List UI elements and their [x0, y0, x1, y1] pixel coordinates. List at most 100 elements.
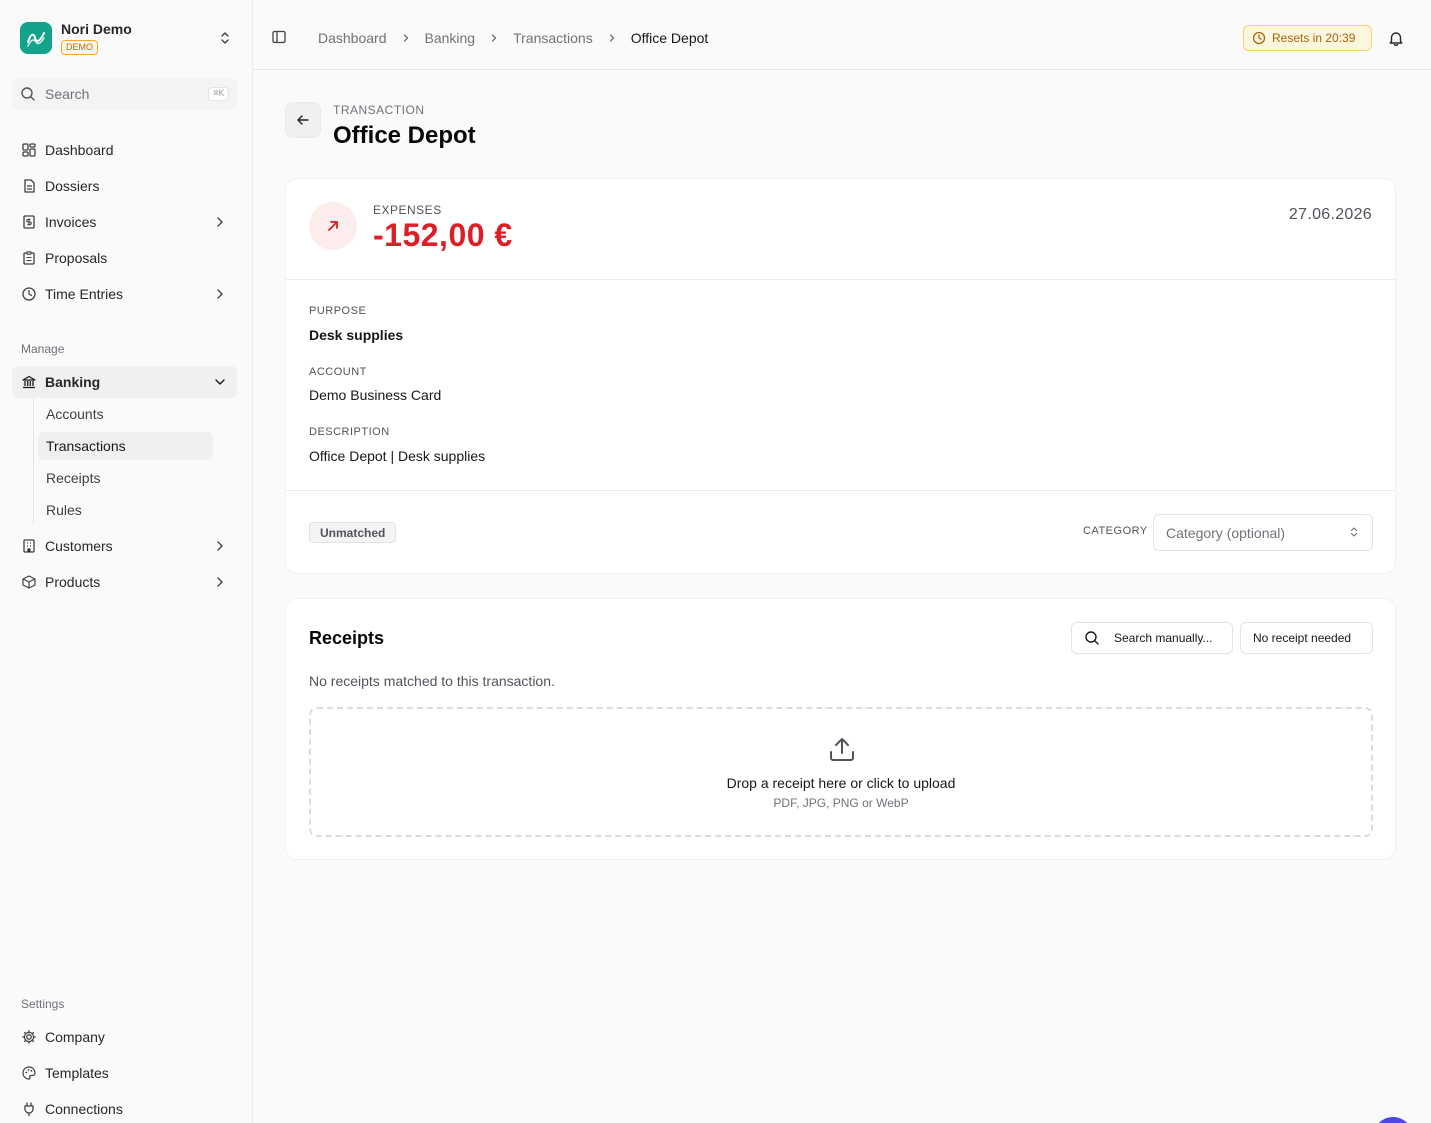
sidebar-item-banking[interactable]: Banking	[12, 366, 237, 398]
sidebar-item-connections[interactable]: Connections	[12, 1093, 237, 1123]
back-button[interactable]	[285, 102, 321, 138]
section-label-manage: Manage	[21, 342, 65, 356]
sidebar-item-label: Customers	[45, 538, 113, 554]
upload-icon	[826, 733, 858, 765]
sidebar-subitem-rules[interactable]: Rules	[38, 496, 213, 524]
search-shortcut: ⌘K	[208, 87, 229, 101]
workspace-switcher[interactable]: Nori Demo DEMO	[12, 14, 241, 62]
search-manually-label: Search manually...	[1114, 631, 1213, 645]
chevron-right-icon	[212, 286, 228, 302]
search-placeholder: Search	[45, 86, 90, 102]
sidebar-item-company[interactable]: Company	[12, 1021, 237, 1053]
chevron-right-icon	[212, 538, 228, 554]
purpose-label: PURPOSE	[309, 305, 367, 317]
transaction-amount: -152,00 €	[373, 217, 513, 253]
receipt-dropzone[interactable]: Drop a receipt here or click to upload P…	[309, 707, 1373, 837]
chevron-right-icon	[481, 32, 507, 44]
sidebar-item-time-entries[interactable]: Time Entries	[12, 278, 237, 310]
sidebar-item-label: Proposals	[45, 250, 108, 266]
status-badge: Unmatched	[309, 522, 397, 543]
divider	[286, 490, 1395, 491]
search-icon	[20, 86, 36, 102]
bell-icon[interactable]	[1387, 29, 1405, 47]
receipts-card: Receipts Search manually... No receipt n…	[285, 598, 1396, 860]
page-title: Office Depot	[333, 122, 476, 149]
sidebar-item-label: Dashboard	[45, 142, 114, 158]
submenu-rail	[33, 398, 34, 524]
chevron-down-icon	[212, 374, 228, 390]
sidebar-toggle-button[interactable]	[269, 27, 289, 47]
category-placeholder: Category (optional)	[1166, 524, 1286, 541]
arrow-up-right-icon	[309, 202, 357, 250]
transaction-card: EXPENSES -152,00 € 27.06.2026 PURPOSE De…	[285, 178, 1396, 574]
chevron-right-icon	[212, 574, 228, 590]
breadcrumb-current: Office Depot	[630, 30, 709, 46]
workspace-logo-icon	[20, 22, 52, 54]
grid-icon	[21, 142, 37, 158]
sidebar-item-label: Connections	[45, 1101, 123, 1117]
account-label: ACCOUNT	[309, 366, 367, 378]
demo-badge: DEMO	[61, 40, 98, 55]
sidebar-item-templates[interactable]: Templates	[12, 1057, 237, 1089]
page-eyebrow: TRANSACTION	[333, 103, 425, 117]
gear-icon	[21, 1029, 37, 1045]
transaction-type: EXPENSES	[373, 203, 442, 217]
package-icon	[21, 574, 37, 590]
purpose-value: Desk supplies	[309, 327, 404, 343]
building-icon	[21, 538, 37, 554]
sidebar-item-label: Company	[45, 1029, 105, 1045]
chevron-right-icon	[212, 214, 228, 230]
no-receipt-label: No receipt needed	[1253, 631, 1352, 645]
arrow-left-icon	[297, 115, 309, 125]
sidebar-item-products[interactable]: Products	[12, 566, 237, 598]
sidebar-item-dashboard[interactable]: Dashboard	[12, 134, 237, 166]
sidebar: Nori Demo DEMO Search ⌘K Dashboard Dossi…	[0, 0, 253, 1123]
search-input[interactable]: Search ⌘K	[12, 78, 237, 110]
sidebar-item-label: Dossiers	[45, 178, 100, 194]
category-label: CATEGORY	[1083, 525, 1148, 537]
breadcrumb: Dashboard Banking Transactions Office De…	[318, 28, 708, 48]
breadcrumb-dashboard[interactable]: Dashboard	[318, 30, 387, 46]
workspace-name: Nori Demo	[61, 21, 132, 37]
sidebar-subitem-transactions[interactable]: Transactions	[38, 432, 213, 460]
breadcrumb-banking[interactable]: Banking	[425, 30, 476, 46]
divider	[286, 279, 1395, 280]
receipts-title: Receipts	[309, 628, 385, 648]
panel-left-icon	[272, 30, 286, 44]
dropzone-title: Drop a receipt here or click to upload	[726, 775, 956, 791]
bank-icon	[21, 374, 37, 390]
sidebar-item-invoices[interactable]: Invoices	[12, 206, 237, 238]
category-select[interactable]: Category (optional)	[1153, 514, 1373, 551]
transaction-date: 27.06.2026	[1288, 206, 1372, 223]
reset-timer-badge: Resets in 20:39	[1243, 25, 1372, 51]
sidebar-subitem-accounts[interactable]: Accounts	[38, 400, 213, 428]
description-value: Office Depot | Desk supplies	[309, 448, 486, 464]
clock-icon	[1252, 31, 1266, 45]
clipboard-icon	[21, 250, 37, 266]
sidebar-item-customers[interactable]: Customers	[12, 530, 237, 562]
dropzone-formats: PDF, JPG, PNG or WebP	[773, 796, 909, 810]
sidebar-item-proposals[interactable]: Proposals	[12, 242, 237, 274]
breadcrumb-transactions[interactable]: Transactions	[513, 30, 593, 46]
palette-icon	[21, 1065, 37, 1081]
sidebar-item-label: Products	[45, 574, 101, 590]
chevrons-up-down-icon	[1348, 525, 1360, 541]
chevrons-up-down-icon	[213, 26, 237, 50]
clock-icon	[21, 286, 37, 302]
account-value: Demo Business Card	[309, 387, 442, 403]
sidebar-item-label: Banking	[45, 374, 101, 390]
sidebar-item-dossiers[interactable]: Dossiers	[12, 170, 237, 202]
no-receipt-needed-button[interactable]: No receipt needed	[1240, 622, 1373, 654]
chevron-right-icon	[599, 32, 625, 44]
floating-help-button[interactable]	[1373, 1117, 1413, 1123]
file-icon	[21, 178, 37, 194]
reset-timer-text: Resets in 20:39	[1272, 31, 1356, 45]
sidebar-subitem-receipts[interactable]: Receipts	[38, 464, 213, 492]
sidebar-item-label: Time Entries	[45, 286, 124, 302]
search-icon	[1084, 630, 1100, 646]
sidebar-item-label: Invoices	[45, 214, 97, 230]
plug-icon	[21, 1101, 37, 1117]
topbar: Dashboard Banking Transactions Office De…	[253, 0, 1431, 70]
section-label-settings: Settings	[21, 997, 65, 1011]
search-manually-button[interactable]: Search manually...	[1071, 622, 1233, 654]
